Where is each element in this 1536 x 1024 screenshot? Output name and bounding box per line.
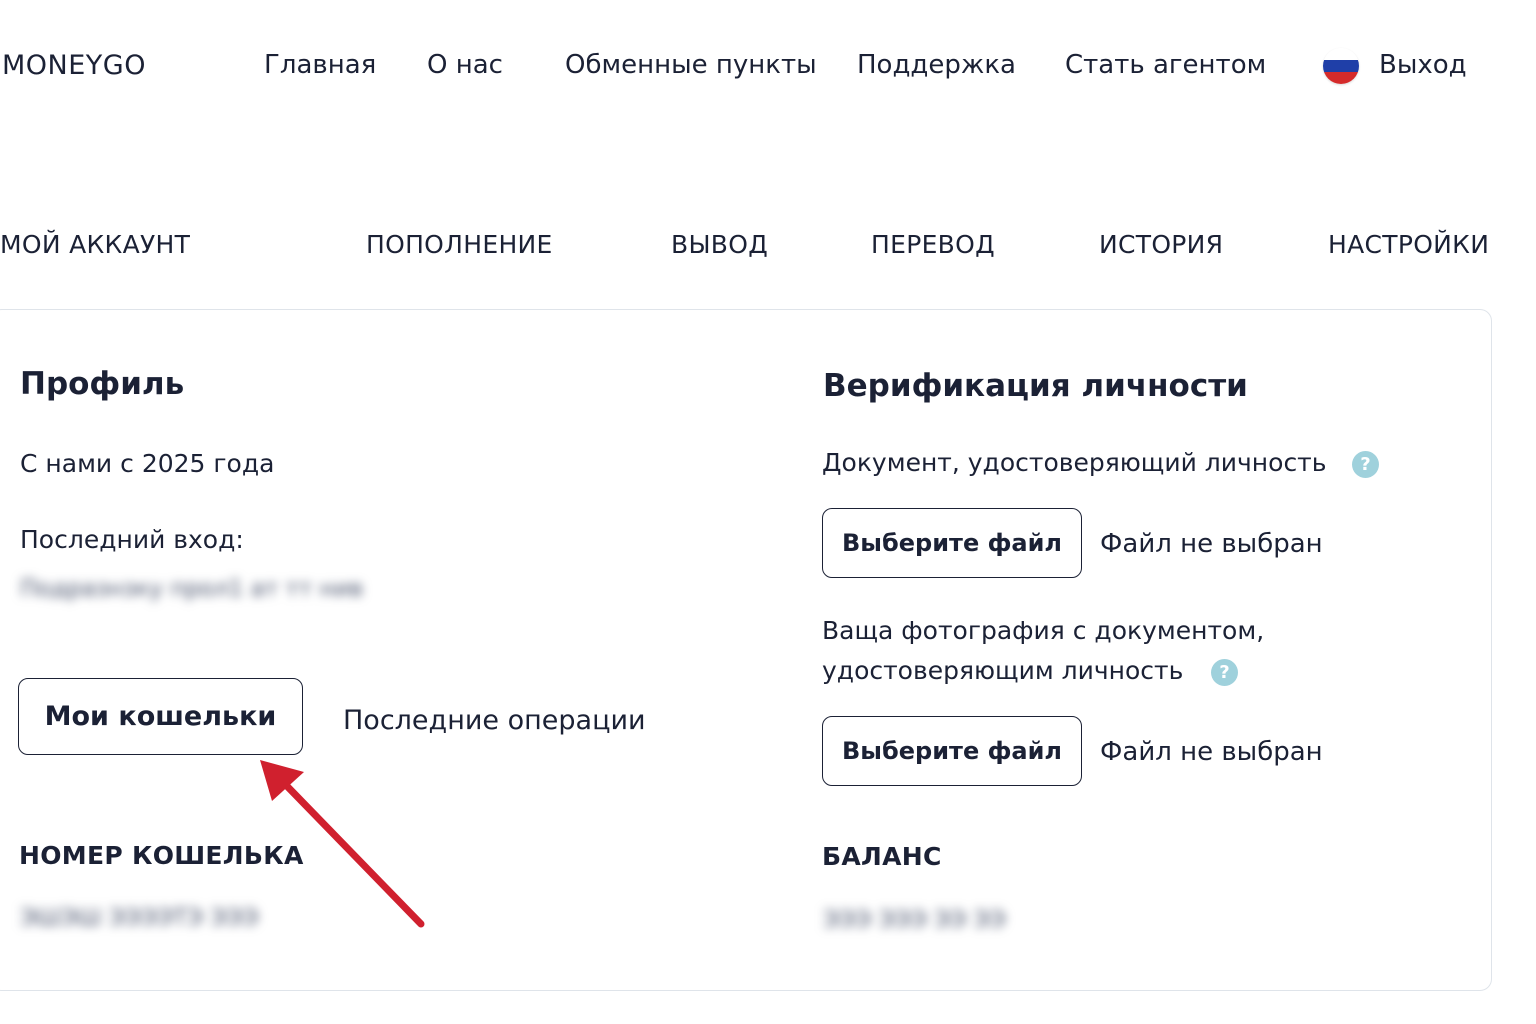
help-icon[interactable]: ? (1352, 451, 1379, 478)
russian-flag-icon[interactable] (1323, 48, 1359, 84)
tab-my-account[interactable]: МОЙ АККАУНТ (0, 230, 190, 259)
logo[interactable]: MONEYGO (2, 50, 146, 81)
choose-file-button[interactable]: Выберите файл (822, 716, 1082, 786)
last-login-label: Последний вход: (20, 525, 244, 554)
account-card (0, 309, 1492, 991)
logout-link[interactable]: Выход (1379, 50, 1467, 80)
balance-label: БАЛАНС (822, 842, 942, 871)
top-navigation: MONEYGO Главная О нас Обменные пункты По… (0, 0, 1536, 130)
nav-link-home[interactable]: Главная (264, 50, 376, 80)
nav-link-exchange-points[interactable]: Обменные пункты (565, 50, 817, 80)
tab-withdraw[interactable]: ВЫВОД (671, 230, 768, 259)
member-since-text: С нами с 2025 года (20, 449, 275, 478)
no-file-selected-text: Файл не выбран (1100, 737, 1323, 767)
nav-link-become-agent[interactable]: Стать агентом (1065, 50, 1266, 80)
id-document-label: Документ, удостоверяющий личность (822, 448, 1327, 477)
account-tabs: МОЙ АККАУНТ ПОПОЛНЕНИЕ ВЫВОД ПЕРЕВОД ИСТ… (0, 225, 1536, 275)
tab-history[interactable]: ИСТОРИЯ (1099, 230, 1223, 259)
nav-link-about[interactable]: О нас (427, 50, 503, 80)
wallet-number-value: ЭШЭШ ЭЭЭЭТЭ ЭЭЭ (20, 905, 259, 931)
photo-with-document-label-line2: удостоверяющим личность (822, 656, 1184, 685)
last-login-value: Подразнзку прол1 ат тт нив (20, 576, 364, 602)
balance-value: ЭЭЭ ЭЭЭ ЭЭ ЭЭ (823, 907, 1006, 933)
profile-title: Профиль (20, 366, 185, 402)
photo-with-document-label-line1: Ваща фотография с документом, (822, 616, 1265, 645)
my-wallets-button[interactable]: Мои кошельки (18, 678, 303, 755)
wallet-number-label: НОМЕР КОШЕЛЬКА (19, 841, 304, 870)
verification-title: Верификация личности (823, 368, 1248, 404)
tab-settings[interactable]: НАСТРОЙКИ (1328, 230, 1489, 259)
recent-operations-link[interactable]: Последние операции (343, 705, 646, 736)
help-icon[interactable]: ? (1211, 659, 1238, 686)
tab-transfer[interactable]: ПЕРЕВОД (871, 230, 995, 259)
tab-deposit[interactable]: ПОПОЛНЕНИЕ (366, 230, 553, 259)
choose-file-button[interactable]: Выберите файл (822, 508, 1082, 578)
nav-link-support[interactable]: Поддержка (857, 50, 1016, 80)
no-file-selected-text: Файл не выбран (1100, 529, 1323, 559)
